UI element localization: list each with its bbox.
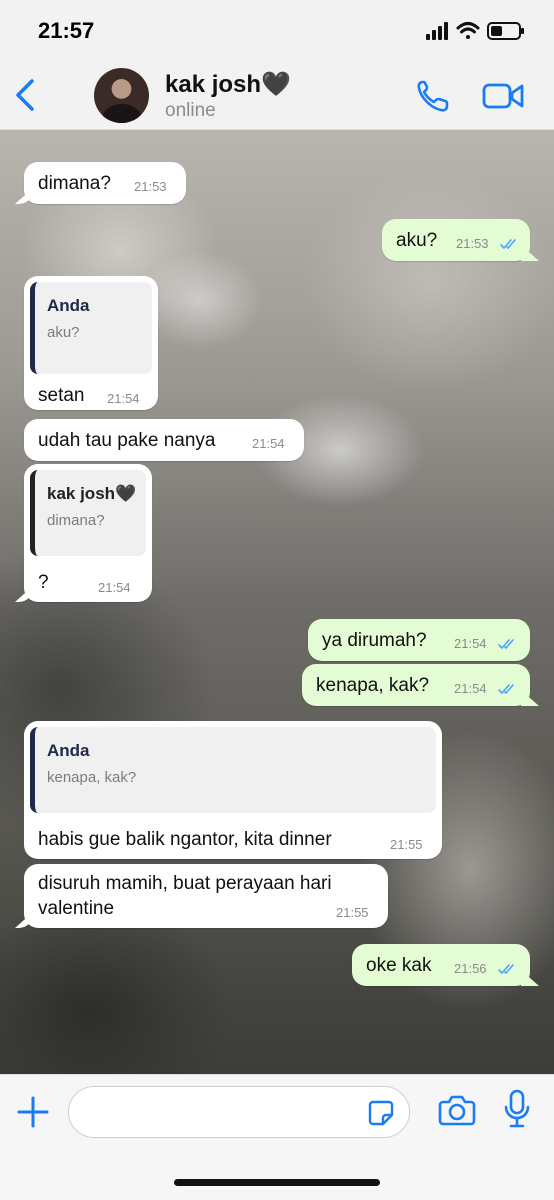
message-time: 21:53 — [134, 179, 167, 194]
chevron-left-icon[interactable] — [12, 78, 38, 112]
message-text: dimana? — [38, 173, 111, 194]
contact-status: online — [165, 100, 216, 121]
message-input[interactable] — [83, 1097, 353, 1127]
contact-name[interactable]: kak josh🖤 — [165, 70, 291, 99]
wifi-icon — [456, 22, 480, 39]
message-incoming[interactable]: dimana? 21:53 — [24, 162, 186, 204]
quoted-message[interactable]: Anda aku? — [30, 282, 152, 374]
plus-icon[interactable] — [16, 1095, 50, 1129]
phone-icon[interactable] — [415, 78, 451, 114]
read-ticks-icon — [498, 964, 514, 974]
message-input-wrapper[interactable] — [68, 1086, 410, 1138]
message-text: ? — [38, 572, 49, 593]
message-time: 21:54 — [107, 391, 140, 406]
message-text-line-1: disuruh mamih, buat perayaan hari — [38, 873, 332, 894]
microphone-icon[interactable] — [504, 1089, 530, 1129]
chat-header: kak josh🖤 online — [0, 60, 554, 130]
message-time: 21:54 — [454, 636, 487, 651]
chat-area[interactable]: dimana? 21:53 aku? 21:53 Anda aku? setan… — [0, 130, 554, 1074]
quote-author: Anda — [47, 296, 90, 315]
read-ticks-icon — [498, 639, 514, 649]
message-incoming[interactable]: disuruh mamih, buat perayaan hari valent… — [24, 864, 388, 928]
video-camera-icon[interactable] — [482, 80, 524, 112]
message-time: 21:54 — [98, 580, 131, 595]
quote-author: kak josh🖤 — [47, 484, 137, 503]
avatar[interactable] — [94, 68, 149, 123]
quoted-message[interactable]: Anda kenapa, kak? — [30, 727, 436, 813]
signal-icon — [426, 22, 448, 40]
message-time: 21:53 — [456, 236, 489, 251]
quoted-message[interactable]: kak josh🖤 dimana? — [30, 470, 146, 556]
home-indicator — [174, 1179, 380, 1186]
message-time: 21:54 — [252, 436, 285, 451]
message-incoming-reply[interactable]: Anda aku? setan 21:54 — [24, 276, 158, 410]
battery-icon — [487, 22, 524, 40]
message-incoming[interactable]: udah tau pake nanya 21:54 — [24, 419, 304, 461]
message-text-line-2: valentine — [38, 898, 115, 919]
message-incoming-reply[interactable]: kak josh🖤 dimana? ? 21:54 — [24, 464, 152, 602]
status-bar: 21:57 — [0, 0, 554, 60]
quote-text: kenapa, kak? — [47, 769, 137, 786]
message-outgoing[interactable]: oke kak 21:56 — [352, 944, 530, 986]
status-icons — [426, 22, 524, 40]
message-text: setan — [38, 385, 85, 406]
message-outgoing[interactable]: aku? 21:53 — [382, 219, 530, 261]
message-time: 21:54 — [454, 681, 487, 696]
message-incoming-reply[interactable]: Anda kenapa, kak? habis gue balik nganto… — [24, 721, 442, 859]
message-composer — [0, 1074, 554, 1200]
status-time: 21:57 — [38, 18, 95, 43]
quote-author: Anda — [47, 741, 90, 760]
message-text: kenapa, kak? — [316, 675, 430, 696]
message-outgoing[interactable]: ya dirumah? 21:54 — [308, 619, 530, 661]
message-text: udah tau pake nanya — [38, 430, 216, 451]
message-text: oke kak — [366, 955, 432, 976]
camera-icon[interactable] — [438, 1093, 476, 1127]
quote-text: dimana? — [47, 512, 105, 529]
quote-text: aku? — [47, 324, 80, 341]
sticker-icon[interactable] — [367, 1099, 395, 1127]
message-time: 21:55 — [336, 905, 369, 920]
message-outgoing[interactable]: kenapa, kak? 21:54 — [302, 664, 530, 706]
message-text: aku? — [396, 230, 438, 251]
message-time: 21:55 — [390, 837, 423, 852]
message-time: 21:56 — [454, 961, 487, 976]
read-ticks-icon — [498, 684, 514, 694]
message-text: ya dirumah? — [322, 630, 427, 651]
message-text: habis gue balik ngantor, kita dinner — [38, 829, 332, 850]
read-ticks-icon — [500, 239, 516, 249]
